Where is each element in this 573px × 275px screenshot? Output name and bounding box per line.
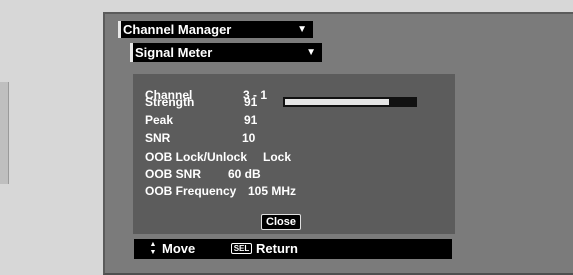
- dropdown-arrow-icon: ▼: [297, 24, 307, 35]
- move-hint-label: Move: [162, 241, 196, 256]
- oob-frequency-value: 105 MHz: [248, 184, 297, 198]
- snr-value: 10: [242, 131, 256, 145]
- hint-bar: ▲ ▼ Move SEL Return: [134, 239, 452, 259]
- strength-label: Strength: [145, 95, 195, 109]
- channel-manager-label: Channel Manager: [123, 22, 232, 37]
- dropdown-arrow-icon: ▼: [306, 47, 316, 58]
- return-hint-label: Return: [256, 241, 298, 256]
- peak-value: 91: [244, 113, 258, 127]
- signal-meter-label: Signal Meter: [135, 45, 213, 60]
- oob-snr-label: OOB SNR: [145, 167, 202, 181]
- down-arrow-icon: ▼: [149, 249, 157, 256]
- signal-meter-dropdown[interactable]: Signal Meter ▼: [130, 43, 322, 62]
- close-button[interactable]: Close: [261, 214, 301, 230]
- oob-lock-value: Lock: [263, 150, 292, 164]
- side-tab: [0, 82, 9, 184]
- sel-key-icon: SEL: [231, 243, 252, 254]
- snr-label: SNR: [145, 131, 171, 145]
- channel-manager-dropdown[interactable]: Channel Manager ▼: [118, 21, 313, 38]
- up-arrow-icon: ▲: [149, 241, 157, 248]
- strength-meter-bar: [283, 97, 417, 107]
- oob-snr-value: 60 dB: [228, 167, 261, 181]
- strength-meter-fill: [285, 99, 389, 105]
- oob-lock-label: OOB Lock/Unlock: [145, 150, 248, 164]
- strength-value: 91: [244, 95, 258, 109]
- peak-label: Peak: [145, 113, 174, 127]
- oob-frequency-label: OOB Frequency: [145, 184, 237, 198]
- updown-arrows-icon: ▲ ▼: [149, 241, 157, 257]
